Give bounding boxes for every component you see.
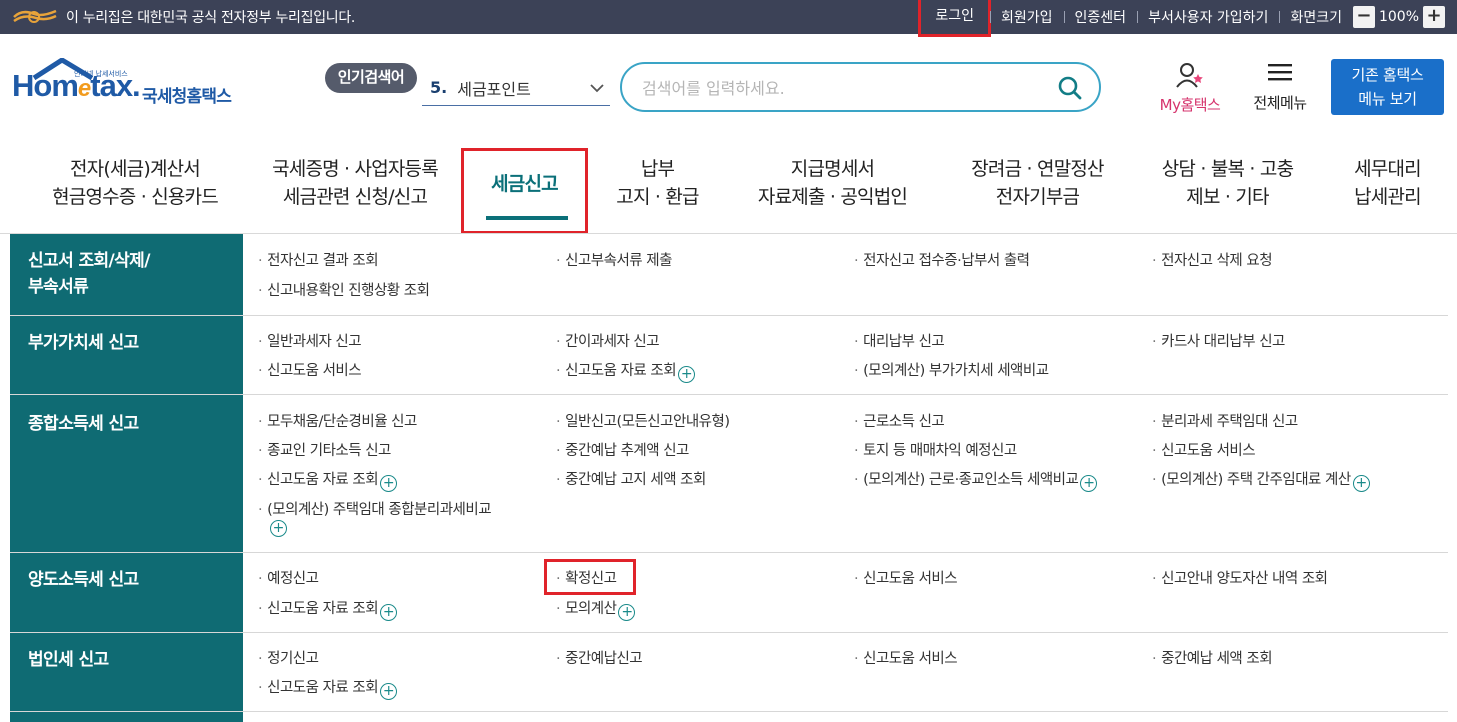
menu-link[interactable]: 신고도움 자료 조회+ <box>556 359 696 383</box>
menu-link[interactable]: 일반신고(모든신고안내유형) <box>556 410 730 431</box>
popular-search-tag: 인기검색어 <box>325 63 417 93</box>
gnb-payment[interactable]: 납부 고지 · 환급 <box>590 155 725 241</box>
logo-wordmark: Hometax. <box>12 68 141 103</box>
search-input[interactable] <box>642 76 1032 100</box>
gnb-certificate[interactable]: 국세증명 · 사업자등록 세금관련 신청/신고 <box>255 155 455 241</box>
expand-plus-icon[interactable]: + <box>270 520 287 537</box>
menu-link[interactable]: 신고도움 서비스 <box>258 359 362 380</box>
gnb-tax-agent[interactable]: 세무대리 납세관리 <box>1340 155 1435 241</box>
menu-link[interactable]: 예정신고 <box>258 567 319 588</box>
my-hometax-button[interactable]: My홈택스 <box>1150 62 1230 115</box>
gov-emblem-icon <box>13 9 57 23</box>
section-vat: 부가가치세 신고 일반과세자 신고 간이과세자 신고 대리납부 신고 카드사 대… <box>10 316 1448 394</box>
search-box <box>620 62 1101 112</box>
gnb-e-invoice[interactable]: 전자(세금)계산서 현금영수증 · 신용카드 <box>35 155 235 241</box>
classic-line1: 기존 홈택스 <box>1351 66 1424 84</box>
cert-center-link[interactable]: 인증센터 <box>1063 7 1138 27</box>
section-capital-gains: 양도소득세 신고 예정신고 확정신고 신고도움 서비스 신고안내 양도자산 내역… <box>10 553 1448 632</box>
gnb-tax-return-label: 세금신고 <box>491 173 559 195</box>
hamburger-icon <box>1268 64 1292 81</box>
user-icon <box>1176 63 1203 88</box>
main-navigation: 전자(세금)계산서 현금영수증 · 신용카드 국세증명 · 사업자등록 세금관련 신… <box>0 148 1457 234</box>
section-title: 법인세 신고 <box>28 650 109 670</box>
menu-link[interactable]: 신고도움 서비스 <box>1152 439 1256 460</box>
active-underline <box>486 216 568 220</box>
gnb-consulting[interactable]: 상담 · 불복 · 고충 제보 · 기타 <box>1145 155 1310 241</box>
menu-link[interactable]: 신고도움 서비스 <box>854 567 958 588</box>
expand-plus-icon[interactable]: + <box>1080 475 1098 492</box>
classic-hometax-button[interactable]: 기존 홈택스 메뉴 보기 <box>1331 59 1444 115</box>
expand-plus-icon[interactable]: + <box>380 604 398 621</box>
gnb-payment-statement[interactable]: 지급명세서 자료제출 · 공익법인 <box>745 155 920 241</box>
highlight-box <box>544 559 636 595</box>
screen-size-label: 화면크기 <box>1279 7 1353 27</box>
menu-link[interactable]: 전자신고 접수증·납부서 출력 <box>854 249 1030 270</box>
expand-plus-icon[interactable]: + <box>380 475 398 492</box>
my-hometax-label: My홈택스 <box>1159 96 1221 114</box>
menu-link[interactable]: 중간예납신고 <box>556 647 643 668</box>
menu-link[interactable]: 카드사 대리납부 신고 <box>1152 330 1285 351</box>
menu-link[interactable]: 근로소득 신고 <box>854 410 945 431</box>
section-title: 종합소득세 신고 <box>28 414 139 434</box>
hometax-logo[interactable]: 인터넷 납세서비스 Hometax. 국세청홈택스 <box>12 58 257 118</box>
section-corporate-tax: 법인세 신고 정기신고 중간예납신고 신고도움 서비스 중간예납 세액 조회 신… <box>10 633 1448 711</box>
menu-link[interactable]: 신고도움 자료 조회+ <box>258 468 398 492</box>
zoom-in-button[interactable]: + <box>1423 6 1445 28</box>
signup-link[interactable]: 회원가입 <box>990 7 1064 27</box>
menu-link[interactable]: (모의계산) 부가가치세 세액비교 <box>854 359 1049 380</box>
expand-plus-icon[interactable]: + <box>618 604 636 621</box>
menu-link[interactable]: 대리납부 신고 <box>854 330 945 351</box>
tax-return-submenu: 신고서 조회/삭제/부속서류 전자신고 결과 조회 신고부속서류 제출 전자신고… <box>10 234 1448 722</box>
menu-link[interactable]: 모의계산+ <box>556 597 636 621</box>
classic-line2: 메뉴 보기 <box>1358 90 1417 108</box>
expand-plus-icon[interactable]: + <box>1352 475 1370 492</box>
menu-link[interactable]: 신고도움 자료 조회+ <box>258 597 398 621</box>
popular-keyword-rank: 5. <box>430 78 448 97</box>
zoom-out-button[interactable]: − <box>1352 6 1375 28</box>
menu-link[interactable]: 중간예납 고지 세액 조회 <box>556 468 706 489</box>
gov-notice-bar: 이 누리집은 대한민국 공식 전자정부 누리집입니다. 로그인 회원가입 인증센… <box>0 0 1457 37</box>
menu-link[interactable]: (모의계산) 주택 간주임대료 계산+ <box>1152 468 1370 492</box>
menu-link[interactable]: 중간예납 추계액 신고 <box>556 439 689 460</box>
popular-keyword-text: 세금포인트 <box>457 79 531 99</box>
menu-link[interactable]: 신고부속서류 제출 <box>556 249 672 270</box>
menu-link[interactable]: 신고도움 자료 조회+ <box>258 676 398 700</box>
menu-link[interactable]: 일반과세자 신고 <box>258 330 362 351</box>
menu-link[interactable]: 신고내용확인 진행상황 조회 <box>258 279 430 300</box>
menu-link[interactable]: (모의계산) 주택임대 종합분리과세비교 <box>258 498 491 519</box>
section-title: 부가가치세 신고 <box>28 333 139 353</box>
menu-link[interactable]: 신고안내 양도자산 내역 조회 <box>1152 567 1328 588</box>
menu-link[interactable]: 분리과세 주택임대 신고 <box>1152 410 1298 431</box>
menu-link[interactable]: 중간예납 세액 조회 <box>1152 647 1272 668</box>
section-title: 양도소득세 신고 <box>28 570 139 590</box>
menu-link[interactable]: 종교인 기타소득 신고 <box>258 439 391 460</box>
section-inquiry: 신고서 조회/삭제/부속서류 전자신고 결과 조회 신고부속서류 제출 전자신고… <box>10 234 1448 315</box>
section-divider <box>10 711 1448 712</box>
search-icon[interactable] <box>1057 75 1083 101</box>
menu-link[interactable]: 정기신고 <box>258 647 319 668</box>
login-link[interactable]: 로그인 <box>918 0 991 37</box>
menu-link[interactable]: 신고도움 서비스 <box>854 647 958 668</box>
dept-user-signup-link[interactable]: 부서사용자 가입하기 <box>1137 7 1279 27</box>
section-income-tax: 종합소득세 신고 모두채움/단순경비율 신고 일반신고(모든신고안내유형) 근로… <box>10 395 1448 552</box>
section-title: 신고서 조회/삭제/부속서류 <box>28 251 150 297</box>
menu-link[interactable]: 간이과세자 신고 <box>556 330 660 351</box>
menu-link[interactable]: 전자신고 결과 조회 <box>258 249 378 270</box>
all-menu-label: 전체메뉴 <box>1253 94 1307 112</box>
all-menu-button[interactable]: 전체메뉴 <box>1245 62 1315 113</box>
gnb-incentive[interactable]: 장려금 · 연말정산 전자기부금 <box>950 155 1125 241</box>
expand-plus-icon[interactable]: + <box>678 366 696 383</box>
utility-links: 로그인 회원가입 인증센터 부서사용자 가입하기 화면크기 − 100% + <box>918 0 1445 37</box>
gnb-tax-return[interactable]: 세금신고 <box>461 148 588 234</box>
menu-link[interactable]: (모의계산) 근로·종교인소득 세액비교+ <box>854 468 1098 492</box>
menu-link[interactable]: 전자신고 삭제 요청 <box>1152 249 1272 270</box>
zoom-level: 100% <box>1378 9 1419 25</box>
popular-keyword-select[interactable]: 5. 세금포인트 <box>422 70 610 106</box>
logo-korean: 국세청홈택스 <box>142 87 232 107</box>
gov-notice-text: 이 누리집은 대한민국 공식 전자정부 누리집입니다. <box>66 10 356 26</box>
chevron-down-icon <box>590 84 604 93</box>
expand-plus-icon[interactable]: + <box>380 683 398 700</box>
menu-link[interactable]: 모두채움/단순경비율 신고 <box>258 410 417 431</box>
menu-link[interactable]: 토지 등 매매차익 예정신고 <box>854 439 1017 460</box>
